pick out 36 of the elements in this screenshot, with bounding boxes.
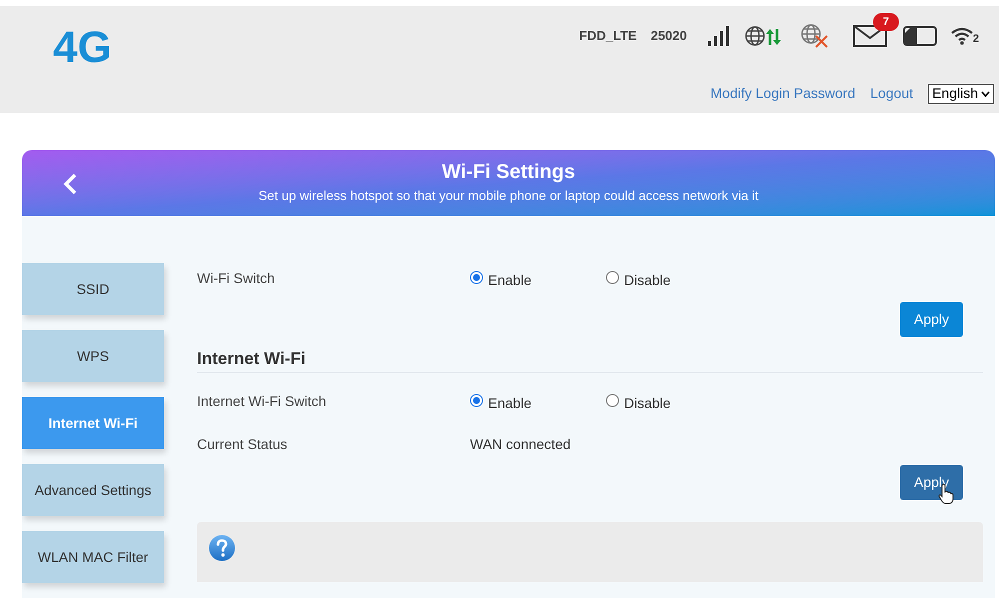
sidebar-tab[interactable]: WPS xyxy=(22,330,164,382)
radio-button[interactable] xyxy=(606,394,619,407)
radio-option[interactable]: Enable xyxy=(470,393,606,434)
globe-disconnected-icon xyxy=(800,24,829,48)
section-title: Internet Wi-Fi xyxy=(197,349,983,373)
operator-code: 25020 xyxy=(650,27,687,46)
help-icon[interactable] xyxy=(208,534,236,562)
header-link[interactable]: Logout xyxy=(870,83,914,104)
sidebar-tab[interactable]: WLAN MAC Filter xyxy=(22,531,164,583)
radio-option[interactable]: Disable xyxy=(606,393,671,434)
signal-icon xyxy=(706,25,731,47)
radio-button[interactable] xyxy=(470,271,483,284)
field-value: WAN connected xyxy=(470,435,571,454)
wifi-icon xyxy=(950,27,973,45)
radio-button[interactable] xyxy=(470,394,483,407)
sidebar-tab[interactable]: Advanced Settings xyxy=(22,464,164,516)
unread-badge: 7 xyxy=(872,13,899,31)
sidebar-tab[interactable]: SSID xyxy=(22,263,164,315)
caret-icon xyxy=(981,90,990,96)
radio-button[interactable] xyxy=(606,271,619,284)
radio-option[interactable]: Disable xyxy=(606,270,671,311)
page-title: Wi-Fi Settings xyxy=(442,160,576,184)
network-type: FDD_LTE xyxy=(579,27,637,46)
field-label: Current Status xyxy=(197,435,288,454)
language-select[interactable]: English xyxy=(928,84,994,104)
field-label: Wi-Fi Switch xyxy=(197,269,276,288)
field-label: Internet Wi-Fi Switch xyxy=(197,392,328,411)
apply-button[interactable]: Apply xyxy=(900,302,963,337)
sim-card-icon xyxy=(902,26,937,46)
globe-data-icon xyxy=(744,25,781,47)
logo: 4G xyxy=(53,26,112,70)
radio-option[interactable]: Enable xyxy=(470,270,606,311)
header-link[interactable]: Modify Login Password xyxy=(710,83,856,104)
back-icon[interactable] xyxy=(63,173,77,195)
page-subtitle: Set up wireless hotspot so that your mobile phone or laptop could access network via it xyxy=(258,188,759,204)
wifi-client-count: 2 xyxy=(972,34,979,45)
